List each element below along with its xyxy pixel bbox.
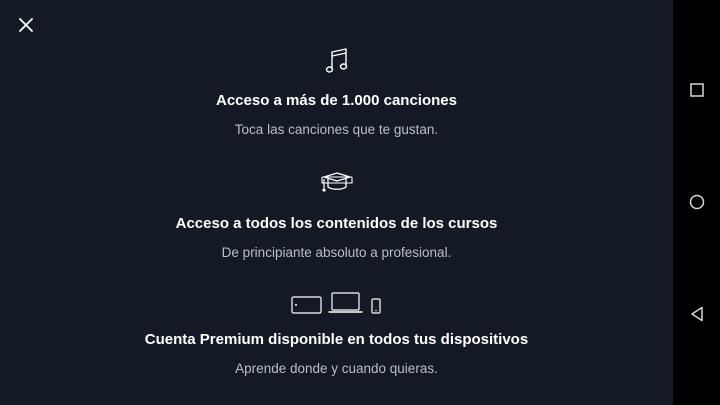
feature-courses: Acceso a todos los contenidos de los cur…	[0, 171, 673, 262]
home-circle-icon	[689, 194, 704, 210]
feature-songs: Acceso a más de 1.000 canciones Toca las…	[0, 48, 673, 139]
home-button[interactable]	[673, 182, 720, 222]
back-triangle-icon	[690, 306, 703, 322]
feature-title: Acceso a todos los contenidos de los cur…	[175, 215, 498, 232]
back-button[interactable]	[673, 294, 720, 334]
feature-subtitle: De principiante absoluto a profesional.	[221, 245, 452, 260]
feature-devices: Cuenta Premium disponible en todos tus d…	[0, 291, 673, 378]
feature-subtitle: Aprende donde y cuando quieras.	[235, 361, 438, 376]
devices-icon	[290, 292, 381, 314]
recents-button[interactable]	[673, 70, 720, 110]
recents-square-icon	[689, 83, 704, 97]
close-icon	[19, 18, 33, 32]
feature-title: Cuenta Premium disponible en todos tus d…	[144, 331, 529, 348]
graduation-cap-icon	[320, 172, 353, 192]
close-button[interactable]	[14, 13, 38, 37]
music-note-icon	[325, 48, 347, 73]
android-navigation-bar	[673, 0, 720, 405]
premium-benefits-screen: Acceso a más de 1.000 canciones Toca las…	[0, 0, 673, 405]
feature-subtitle: Toca las canciones que te gustan.	[234, 122, 439, 137]
feature-title: Acceso a más de 1.000 canciones	[216, 92, 457, 109]
